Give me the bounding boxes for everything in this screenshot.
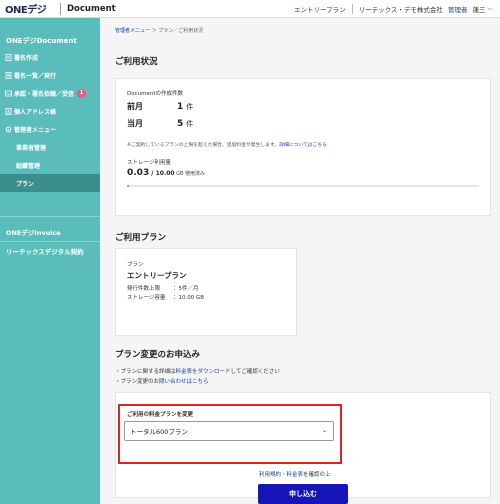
address-book-icon [5,107,12,115]
storage-progress-fill [127,185,129,187]
storage-used: 0.03 [127,168,150,178]
sidebar-item-label: 個人アドレス帳 [14,108,57,116]
change-info-line1: ・プランに関する詳細は料金表をダウンロードしてご確認ください [115,367,280,375]
overage-note: ※ご契約しているプランの上限を超えた場合、追加料金が発生します。詳細についてはこ… [127,141,327,148]
header-right: エントリープラン リーテックス・デモ株式会社 管理者 蓮三 ⌵ [294,3,500,14]
app-header: ONEデジ Document エントリープラン リーテックス・デモ株式会社 管理… [0,0,500,18]
contact-link[interactable]: お問い合わせはこちら [154,379,209,385]
plan-limit-row: 発行件数上限 ：5件／月 [127,285,204,294]
sidebar-item-business[interactable]: 事業者管理 [0,138,100,156]
usage-card: Documentの作成件数 前月 1 件 当月 5 件 ※ご契約しているプランの… [115,78,491,216]
sidebar-item-label: 管理者メニュー [14,126,57,134]
sidebar-item-label: 署名一覧／発行 [14,72,57,80]
info-text: ・プランに関する詳細は [115,369,176,375]
admin-link[interactable]: 管理者 [448,4,468,14]
plan-name: エントリープラン [127,271,187,280]
prev-month-row: 前月 1 件 [127,101,193,112]
overage-note-text: ※ご契約しているプランの上限を超えた場合、追加料金が発生します。 [127,143,280,148]
sidebar-item-label: 組織管理 [16,162,41,170]
list-icon [5,71,12,79]
header-divider [60,2,61,15]
document-edit-icon [5,53,12,61]
apply-button[interactable]: 申し込む [258,484,348,504]
plan-select[interactable]: トータル600プラン ⌄ [124,421,334,441]
change-plan-heading: プラン変更のお申込み [115,350,201,360]
sidebar-section-invoice[interactable]: ONEデジInvoice [0,217,100,241]
sidebar-item-plan[interactable]: プラン [0,174,100,192]
main-content: 管理者メニュー ＞ プラン／ご利用状況 ご利用状況 Documentの作成件数 … [100,18,500,504]
app-logo[interactable]: ONEデジ [0,0,56,18]
storage-progress-bar [127,185,479,187]
plan-storage-label: ストレージ容量 [127,295,166,301]
details-link[interactable]: 詳細についてはこちら [279,143,327,148]
breadcrumb-separator: ＞ [150,28,159,34]
sidebar-item-label: 事業者管理 [16,144,47,152]
plan-storage-value: ：10.00 GB [173,295,205,301]
terms-suffix: を確認の上 [303,472,331,478]
notification-badge: 1 [77,88,87,98]
download-pricing-link[interactable]: 料金表をダウンロード [176,369,231,375]
info-text: してご確認ください [230,369,280,375]
sidebar-item-create[interactable]: 署名作成 [0,48,100,66]
sidebar-item-label: プラン [16,180,35,188]
header-separator [351,3,353,14]
storage-unit: GB 使用済み [174,171,206,177]
breadcrumb: 管理者メニュー ＞ プラン／ご利用状況 [115,27,203,34]
sidebar-item-admin[interactable]: 管理者メニュー [0,120,100,138]
usage-heading: ご利用状況 [115,57,158,67]
prev-month-value: 1 [177,102,184,112]
count-unit: 件 [186,120,194,128]
app-title: Document [67,3,116,14]
company-name: リーテックス・デモ株式会社 [358,5,443,14]
sidebar: ONEデジDocument 署名作成 署名一覧／発行 承認・署名依頼／受信 1 … [0,18,100,504]
this-month-value: 5 [177,119,184,129]
gear-icon [5,126,12,133]
plan-details: 発行件数上限 ：5件／月 ストレージ容量 ：10.00 GB [127,285,204,303]
info-text: ・プラン変更の [115,379,154,385]
plan-storage-row: ストレージ容量 ：10.00 GB [127,294,204,303]
inbox-icon [5,90,12,97]
sidebar-section-contract[interactable]: リーテックスデジタル契約 [0,242,100,260]
sidebar-brand[interactable]: ONEデジDocument [0,18,100,48]
this-month-row: 当月 5 件 [127,118,193,129]
terms-link[interactable]: 利用規約 [259,472,281,478]
change-info-line2: ・プラン変更のお問い合わせはこちら [115,377,209,385]
terms-line: 利用規約・料金表を確認の上 [259,470,331,478]
breadcrumb-admin-link[interactable]: 管理者メニュー [115,28,150,34]
count-unit: 件 [186,103,194,111]
doc-count-label: Documentの作成件数 [127,91,183,97]
current-plan-link[interactable]: エントリープラン [294,4,346,14]
pricing-link[interactable]: 料金表 [287,472,304,478]
storage-label: ストレージ利用量 [127,160,171,166]
sidebar-item-list[interactable]: 署名一覧／発行 [0,66,100,84]
plan-label: プラン [127,262,144,268]
sidebar-item-label: 承認・署名依頼／受信 [14,90,75,98]
plan-heading: ご利用プラン [115,233,167,243]
sidebar-item-label: 署名作成 [14,54,39,62]
this-month-label: 当月 [127,119,143,128]
prev-month-label: 前月 [127,102,143,111]
user-menu[interactable]: 蓮三 [472,4,485,14]
breadcrumb-current: プラン／ご利用状況 [158,28,204,34]
storage-usage: 0.03 / 10.00 GB 使用済み [127,168,205,178]
plan-select-value: トータル600プラン [130,428,188,436]
sidebar-item-inbox[interactable]: 承認・署名依頼／受信 1 [0,84,100,102]
plan-card: プラン エントリープラン 発行件数上限 ：5件／月 ストレージ容量 ：10.00… [115,248,297,336]
plan-limit-label: 発行件数上限 [127,286,161,292]
chevron-down-icon: ⌄ [321,427,327,435]
chevron-down-icon[interactable]: ⌵ [487,5,492,13]
storage-total: / 10.00 [149,170,175,177]
sidebar-item-address-book[interactable]: 個人アドレス帳 [0,102,100,120]
plan-limit-value: ：5件／月 [173,286,199,292]
logo-text: ONEデジ [5,5,47,16]
sidebar-item-organization[interactable]: 組織管理 [0,156,100,174]
plan-select-label: ご利用の料金プランを変更 [127,412,194,418]
